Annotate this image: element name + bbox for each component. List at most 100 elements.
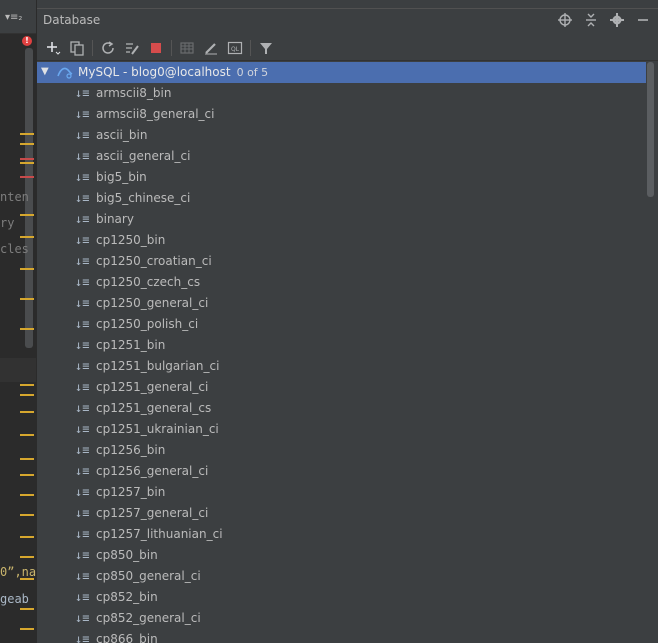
collation-item[interactable]: ↓≡ cp850_general_ci (37, 566, 646, 587)
crosshair-icon[interactable] (557, 12, 573, 28)
expand-arrow-icon[interactable]: ▼ (41, 66, 49, 77)
collation-item[interactable]: ↓≡ binary (37, 209, 646, 230)
collation-label: ascii_bin (96, 128, 148, 142)
current-line-highlight (0, 358, 36, 382)
collation-sort-icon: ↓≡ (75, 212, 90, 226)
collation-sort-icon: ↓≡ (75, 296, 90, 310)
gutter-warning-mark[interactable] (20, 143, 34, 145)
collation-sort-icon: ↓≡ (75, 338, 90, 352)
gutter-warning-mark[interactable] (20, 411, 34, 413)
minimize-icon[interactable] (635, 12, 651, 28)
collation-item[interactable]: ↓≡ ascii_general_ci (37, 146, 646, 167)
gutter-warning-mark[interactable] (20, 514, 34, 516)
collation-item[interactable]: ↓≡ cp1251_general_cs (37, 398, 646, 419)
collation-label: cp1257_bin (96, 485, 166, 499)
gutter-warning-mark[interactable] (20, 474, 34, 476)
gutter-warning-mark[interactable] (20, 133, 34, 135)
collation-item[interactable]: ↓≡ cp1251_bin (37, 335, 646, 356)
collation-item[interactable]: ↓≡ cp866_bin (37, 629, 646, 643)
gutter-warning-mark[interactable] (20, 214, 34, 216)
gutter-warning-mark[interactable] (20, 628, 34, 630)
collation-sort-icon: ↓≡ (75, 401, 90, 415)
gutter-warning-mark[interactable] (20, 394, 34, 396)
collation-sort-icon: ↓≡ (75, 485, 90, 499)
gutter-warning-mark[interactable] (20, 458, 34, 460)
gutter-error-mark[interactable] (20, 158, 34, 160)
collation-sort-icon: ↓≡ (75, 128, 90, 142)
filter-icon[interactable] (256, 38, 276, 58)
toolbar-separator (171, 39, 172, 56)
error-indicator-icon[interactable]: ! (22, 36, 32, 46)
database-tree[interactable]: ▼ MySQL - blog0@localhost 0 of 5 ↓≡ armsci… (37, 62, 646, 643)
gutter-warning-mark[interactable] (20, 434, 34, 436)
table-icon[interactable] (177, 38, 197, 58)
collation-item[interactable]: ↓≡ big5_bin (37, 167, 646, 188)
gutter-warning-mark[interactable] (20, 556, 34, 558)
tree-scrollbar[interactable] (646, 62, 655, 643)
collation-sort-icon: ↓≡ (75, 107, 90, 121)
collation-item[interactable]: ↓≡ cp1257_bin (37, 482, 646, 503)
collation-label: binary (96, 212, 134, 226)
collation-label: cp1250_polish_ci (96, 317, 199, 331)
collation-item[interactable]: ↓≡ cp852_bin (37, 587, 646, 608)
recent-files-icon[interactable]: ▾≡₂ (5, 12, 22, 23)
collation-sort-icon: ↓≡ (75, 527, 90, 541)
code-fragment: geab (0, 592, 29, 606)
stop-icon[interactable] (146, 38, 166, 58)
collation-sort-icon: ↓≡ (75, 422, 90, 436)
collapse-icon[interactable] (583, 12, 599, 28)
collation-item[interactable]: ↓≡ armscii8_bin (37, 83, 646, 104)
collation-sort-icon: ↓≡ (75, 254, 90, 268)
pencil-icon[interactable] (201, 38, 221, 58)
collation-label: cp1250_czech_cs (96, 275, 201, 289)
gutter-error-mark[interactable] (20, 176, 34, 178)
collation-label: cp1251_general_ci (96, 380, 209, 394)
collation-sort-icon: ↓≡ (75, 506, 90, 520)
collation-item[interactable]: ↓≡ cp1250_czech_cs (37, 272, 646, 293)
gear-icon[interactable] (609, 12, 625, 28)
scrollbar-thumb[interactable] (647, 62, 654, 197)
collation-item[interactable]: ↓≡ cp1256_bin (37, 440, 646, 461)
collation-label: cp852_general_ci (96, 611, 201, 625)
refresh-icon[interactable] (98, 38, 118, 58)
collation-item[interactable]: ↓≡ cp1251_general_ci (37, 377, 646, 398)
gutter-warning-mark[interactable] (20, 162, 34, 164)
collation-item[interactable]: ↓≡ ascii_bin (37, 125, 646, 146)
collation-label: cp1250_croatian_ci (96, 254, 212, 268)
collation-item[interactable]: ↓≡ cp1250_polish_ci (37, 314, 646, 335)
collation-item[interactable]: ↓≡ cp1250_bin (37, 230, 646, 251)
code-fragment: cles (0, 242, 29, 256)
collation-item[interactable]: ↓≡ cp1250_general_ci (37, 293, 646, 314)
collation-item[interactable]: ↓≡ cp852_general_ci (37, 608, 646, 629)
gutter-warning-mark[interactable] (20, 608, 34, 610)
gutter-warning-mark[interactable] (20, 494, 34, 496)
toolbar-separator (250, 39, 251, 56)
collation-item[interactable]: ↓≡ cp1257_general_ci (37, 503, 646, 524)
header-actions (557, 12, 651, 28)
duplicate-icon[interactable] (67, 38, 87, 58)
collation-sort-icon: ↓≡ (75, 548, 90, 562)
edit-schema-icon[interactable] (122, 38, 142, 58)
gutter-warning-mark[interactable] (20, 268, 34, 270)
collation-label: cp1256_bin (96, 443, 166, 457)
collation-item[interactable]: ↓≡ cp850_bin (37, 545, 646, 566)
gutter-warning-mark[interactable] (20, 536, 34, 538)
collation-item[interactable]: ↓≡ cp1256_general_ci (37, 461, 646, 482)
collation-item[interactable]: ↓≡ cp1257_lithuanian_ci (37, 524, 646, 545)
collation-sort-icon: ↓≡ (75, 590, 90, 604)
collation-item[interactable]: ↓≡ cp1251_ukrainian_ci (37, 419, 646, 440)
collation-item[interactable]: ↓≡ cp1250_croatian_ci (37, 251, 646, 272)
collation-item[interactable]: ↓≡ armscii8_general_ci (37, 104, 646, 125)
gutter-warning-mark[interactable] (20, 384, 34, 386)
tool-window-header: Database (37, 8, 658, 34)
gutter-warning-mark[interactable] (20, 298, 34, 300)
gutter-warning-mark[interactable] (20, 328, 34, 330)
datasource-node[interactable]: ▼ MySQL - blog0@localhost 0 of 5 (37, 62, 646, 83)
sql-console-icon[interactable]: QL (225, 38, 245, 58)
collation-item[interactable]: ↓≡ big5_chinese_ci (37, 188, 646, 209)
collation-item[interactable]: ↓≡ cp1251_bulgarian_ci (37, 356, 646, 377)
gutter-warning-mark[interactable] (20, 236, 34, 238)
collation-sort-icon: ↓≡ (75, 611, 90, 625)
add-icon[interactable] (43, 38, 63, 58)
collation-label: cp852_bin (96, 590, 158, 604)
